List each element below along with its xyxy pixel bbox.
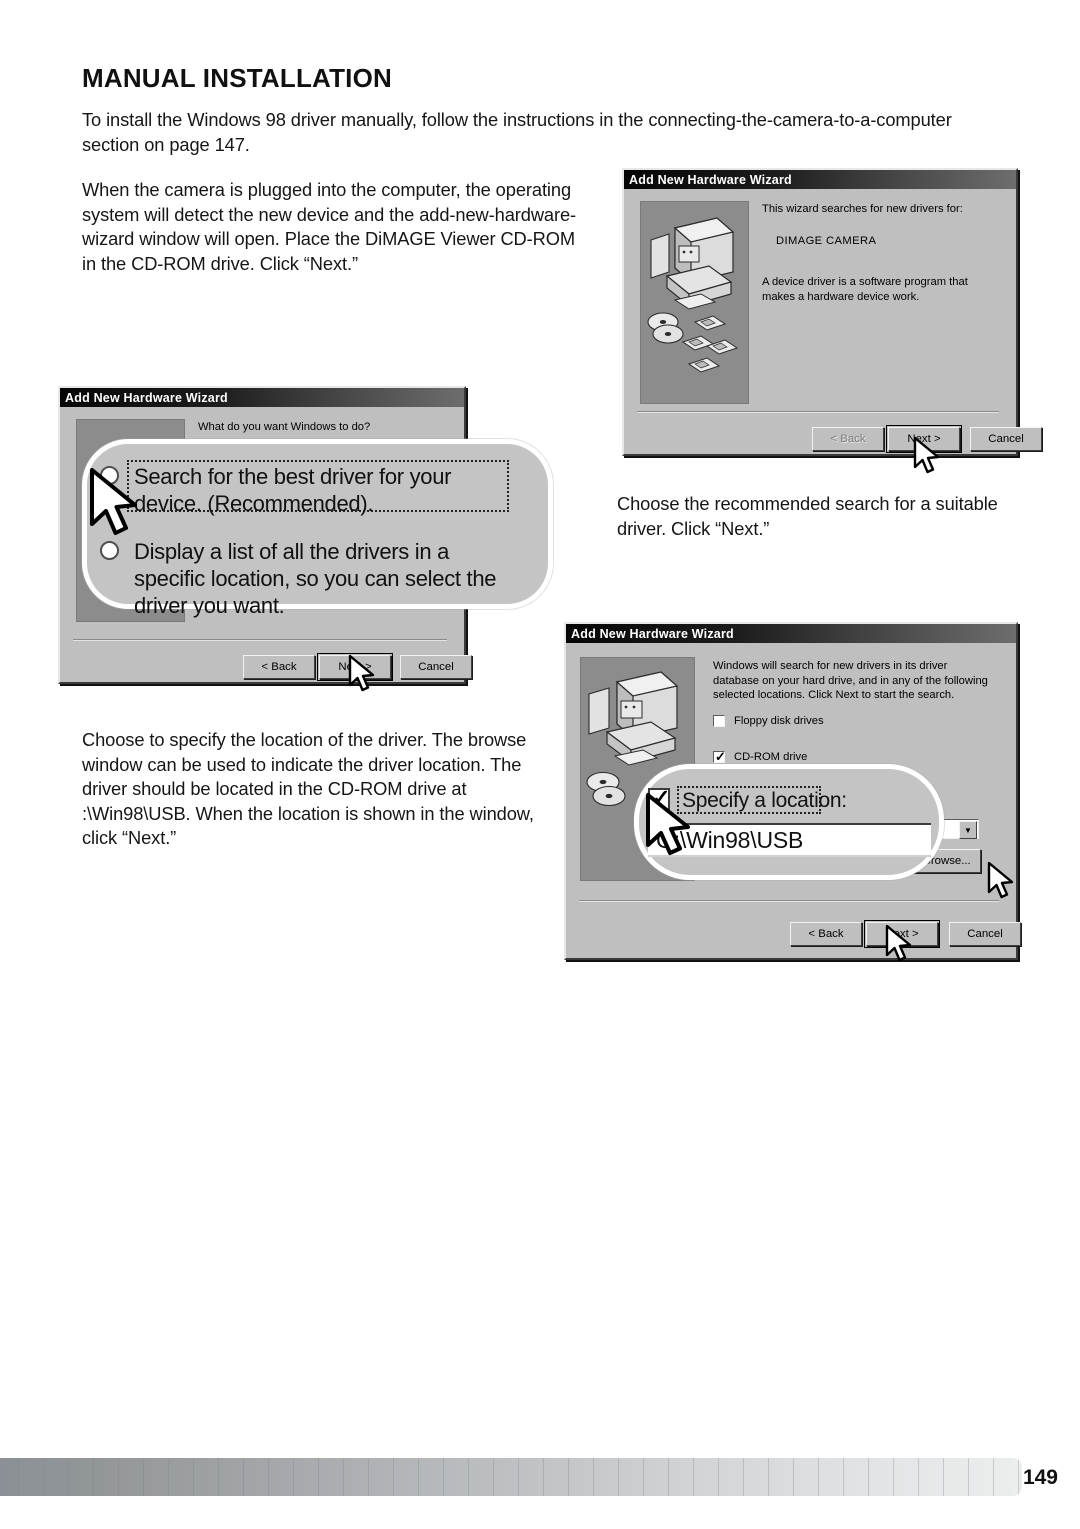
dialog2-separator bbox=[73, 639, 447, 641]
dialog1-body: This wizard searches for new drivers for… bbox=[624, 189, 1042, 453]
dialog1-illustration-panel bbox=[640, 201, 749, 404]
radio-display-driver-list-label: Display a list of all the drivers in a s… bbox=[134, 539, 497, 618]
radio-search-best-driver-label: Search for the best driver for your devi… bbox=[134, 464, 452, 516]
checkbox-cdrom-drive-label: CD-ROM drive bbox=[734, 751, 808, 763]
paragraph-choose-recommended: Choose the recommended search for a suit… bbox=[617, 493, 998, 539]
dialog2-titlebar: Add New Hardware Wizard bbox=[60, 388, 464, 407]
mouse-cursor-icon-dialog3 bbox=[884, 925, 918, 967]
dialog3-back-button[interactable]: < Back bbox=[790, 922, 862, 946]
dialog3-cancel-label: Cancel bbox=[967, 928, 1003, 940]
manual-page: MANUAL INSTALLATION To install the Windo… bbox=[0, 0, 1080, 1529]
footer-tick-marks bbox=[0, 1458, 1022, 1496]
dialog3-separator bbox=[579, 900, 999, 902]
dialog-add-new-hardware-wizard-1: Add New Hardware Wizard This wizard sear… bbox=[622, 168, 1042, 456]
paragraph-specify-location: Choose to specify the location of the dr… bbox=[82, 729, 534, 848]
dialog1-cancel-button[interactable]: Cancel bbox=[970, 427, 1042, 451]
dialog1-back-label: < Back bbox=[830, 433, 866, 445]
checkbox-cdrom-drive[interactable]: ✓ bbox=[713, 749, 726, 764]
dialog3-cancel-button[interactable]: Cancel bbox=[949, 922, 1021, 946]
magnified-specify-location-label: Specify a location: bbox=[682, 789, 847, 812]
mouse-cursor-icon-browse bbox=[986, 862, 1020, 904]
magnified-mouse-cursor-icon-radio bbox=[87, 468, 149, 546]
magnified-mouse-cursor-icon-specify bbox=[643, 793, 699, 865]
dialog1-driver-description: A device driver is a software program th… bbox=[762, 276, 968, 303]
dialog2-back-button[interactable]: < Back bbox=[243, 655, 315, 679]
dialog3-back-label: < Back bbox=[808, 928, 844, 940]
mouse-cursor-icon-dialog1 bbox=[912, 437, 946, 479]
dialog1-titlebar: Add New Hardware Wizard bbox=[624, 170, 1016, 189]
checkmark-icon-cdrom: ✓ bbox=[715, 749, 726, 764]
page-title: MANUAL INSTALLATION bbox=[82, 63, 392, 93]
dialog2-prompt: What do you want Windows to do? bbox=[198, 421, 371, 433]
mouse-cursor-icon-dialog2 bbox=[347, 655, 381, 697]
dialog2-cancel-button[interactable]: Cancel bbox=[400, 655, 472, 679]
paragraph-intro: To install the Windows 98 driver manuall… bbox=[82, 109, 952, 155]
dialog1-title: Add New Hardware Wizard bbox=[629, 172, 792, 187]
computer-and-media-icon bbox=[645, 210, 745, 400]
dialog1-separator bbox=[637, 411, 999, 413]
dialog2-cancel-label: Cancel bbox=[418, 661, 454, 673]
dialog2-title: Add New Hardware Wizard bbox=[65, 390, 228, 405]
dialog1-cancel-label: Cancel bbox=[988, 433, 1024, 445]
checkbox-floppy-disk-drives-label: Floppy disk drives bbox=[734, 715, 824, 727]
checkbox-floppy-disk-drives[interactable] bbox=[713, 715, 725, 727]
page-number: 149 bbox=[1022, 1466, 1058, 1489]
dialog3-titlebar: Add New Hardware Wizard bbox=[566, 624, 1016, 643]
dialog1-back-button[interactable]: < Back bbox=[812, 427, 884, 451]
paragraph-plugged-in: When the camera is plugged into the comp… bbox=[82, 179, 577, 274]
dialog2-back-label: < Back bbox=[261, 661, 297, 673]
footer-gradient-bar bbox=[0, 1458, 1022, 1496]
dialog1-wizard-search-line: This wizard searches for new drivers for… bbox=[762, 203, 963, 215]
dialog3-search-description: Windows will search for new drivers in i… bbox=[713, 660, 988, 701]
dialog3-title: Add New Hardware Wizard bbox=[571, 626, 734, 641]
chevron-down-icon-location[interactable]: ▼ bbox=[959, 821, 977, 839]
dialog1-device-name: DIMAGE CAMERA bbox=[776, 235, 877, 247]
